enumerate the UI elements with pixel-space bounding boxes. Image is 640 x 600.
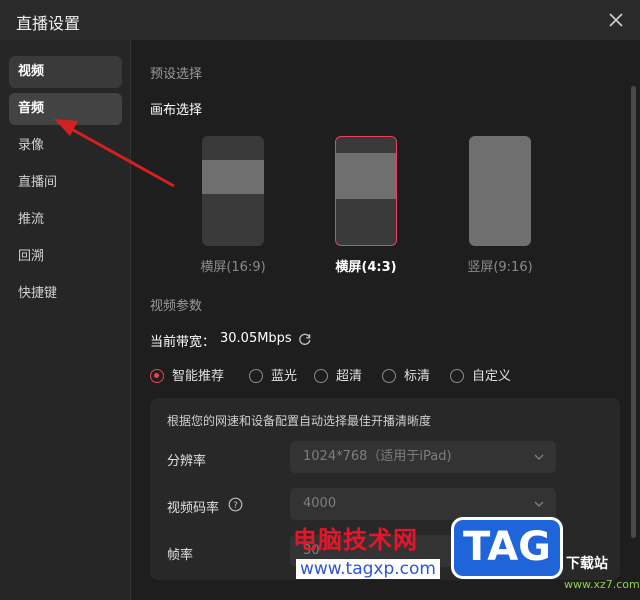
bandwidth-label: 当前带宽： xyxy=(150,335,216,350)
sidebar-item-audio[interactable]: 音频 xyxy=(9,93,122,125)
radio-dot xyxy=(249,369,263,383)
sidebar-item-live-room[interactable]: 直播间 xyxy=(9,167,122,199)
radio-label: 蓝光 xyxy=(271,369,298,384)
watermark-logo-text: TAG xyxy=(463,524,551,570)
quality-radio-sd[interactable]: 标清 xyxy=(382,368,438,386)
chevron-down-icon xyxy=(534,501,544,507)
resolution-value: 1024*768（适用于iPad) xyxy=(303,449,452,464)
canvas-caption-4-3: 横屏(4:3) xyxy=(335,260,397,275)
scrollbar[interactable] xyxy=(631,86,636,538)
radio-dot xyxy=(450,369,464,383)
radio-label: 超清 xyxy=(336,369,363,384)
sidebar-item-stream[interactable]: 推流 xyxy=(9,204,122,236)
window-title: 直播设置 xyxy=(16,14,81,33)
preset-section-title: 预设选择 xyxy=(150,67,203,82)
canvas-title: 画布选择 xyxy=(150,103,203,118)
bandwidth-value: 30.05Mbps xyxy=(220,331,292,346)
quality-radio-super-hd[interactable]: 超清 xyxy=(314,368,370,386)
bitrate-label: 视频码率 xyxy=(167,501,220,516)
canvas-preview-band xyxy=(202,160,264,194)
close-icon[interactable] xyxy=(606,10,626,30)
sidebar-item-replay[interactable]: 回溯 xyxy=(9,241,122,273)
quality-radio-smart[interactable]: 智能推荐 xyxy=(150,368,240,386)
radio-dot xyxy=(150,369,164,383)
canvas-option-9-16[interactable] xyxy=(469,136,531,246)
quality-radio-bluray[interactable]: 蓝光 xyxy=(249,368,305,386)
radio-dot xyxy=(382,369,396,383)
radio-label: 自定义 xyxy=(472,369,512,384)
watermark-site-url: www.tagxp.com xyxy=(296,559,440,579)
sidebar-item-recording[interactable]: 录像 xyxy=(9,130,122,162)
sidebar: 视频 音频 录像 直播间 推流 回溯 快捷键 xyxy=(0,40,131,600)
help-icon[interactable]: ? xyxy=(228,497,243,512)
chevron-down-icon xyxy=(534,454,544,460)
video-section-title: 视频参数 xyxy=(150,299,203,314)
canvas-option-16-9[interactable] xyxy=(202,136,264,246)
radio-label: 标清 xyxy=(404,369,431,384)
refresh-icon[interactable] xyxy=(298,332,312,346)
sidebar-item-video[interactable]: 视频 xyxy=(9,56,122,88)
radio-dot xyxy=(314,369,328,383)
bitrate-value: 4000 xyxy=(303,496,337,511)
canvas-preview-band xyxy=(336,153,396,199)
main-content: 预设选择 画布选择 横屏(16:9) 横屏(4:3) 竖屏(9:16) 视频参数… xyxy=(131,40,640,600)
resolution-select[interactable]: 1024*768（适用于iPad) xyxy=(290,441,556,473)
quality-radio-custom[interactable]: 自定义 xyxy=(450,368,522,386)
bitrate-select[interactable]: 4000 xyxy=(290,488,556,520)
watermark-logo: TAG xyxy=(451,517,563,579)
title-bar: 直播设置 xyxy=(0,0,640,40)
canvas-option-4-3[interactable] xyxy=(335,136,397,246)
resolution-label: 分辨率 xyxy=(167,454,207,469)
watermark-corner-text: 下载站 xyxy=(566,556,608,572)
watermark-corner-url: www.xz7.com xyxy=(564,578,640,591)
watermark-site-name: 电脑技术网 xyxy=(293,526,418,554)
radio-label: 智能推荐 xyxy=(172,369,225,384)
sidebar-item-shortcuts[interactable]: 快捷键 xyxy=(9,278,122,310)
framerate-label: 帧率 xyxy=(167,548,194,563)
auto-quality-hint: 根据您的网速和设备配置自动选择最佳开播清晰度 xyxy=(167,414,432,428)
canvas-caption-16-9: 横屏(16:9) xyxy=(200,260,266,275)
svg-text:?: ? xyxy=(233,501,238,511)
canvas-caption-9-16: 竖屏(9:16) xyxy=(467,260,533,275)
